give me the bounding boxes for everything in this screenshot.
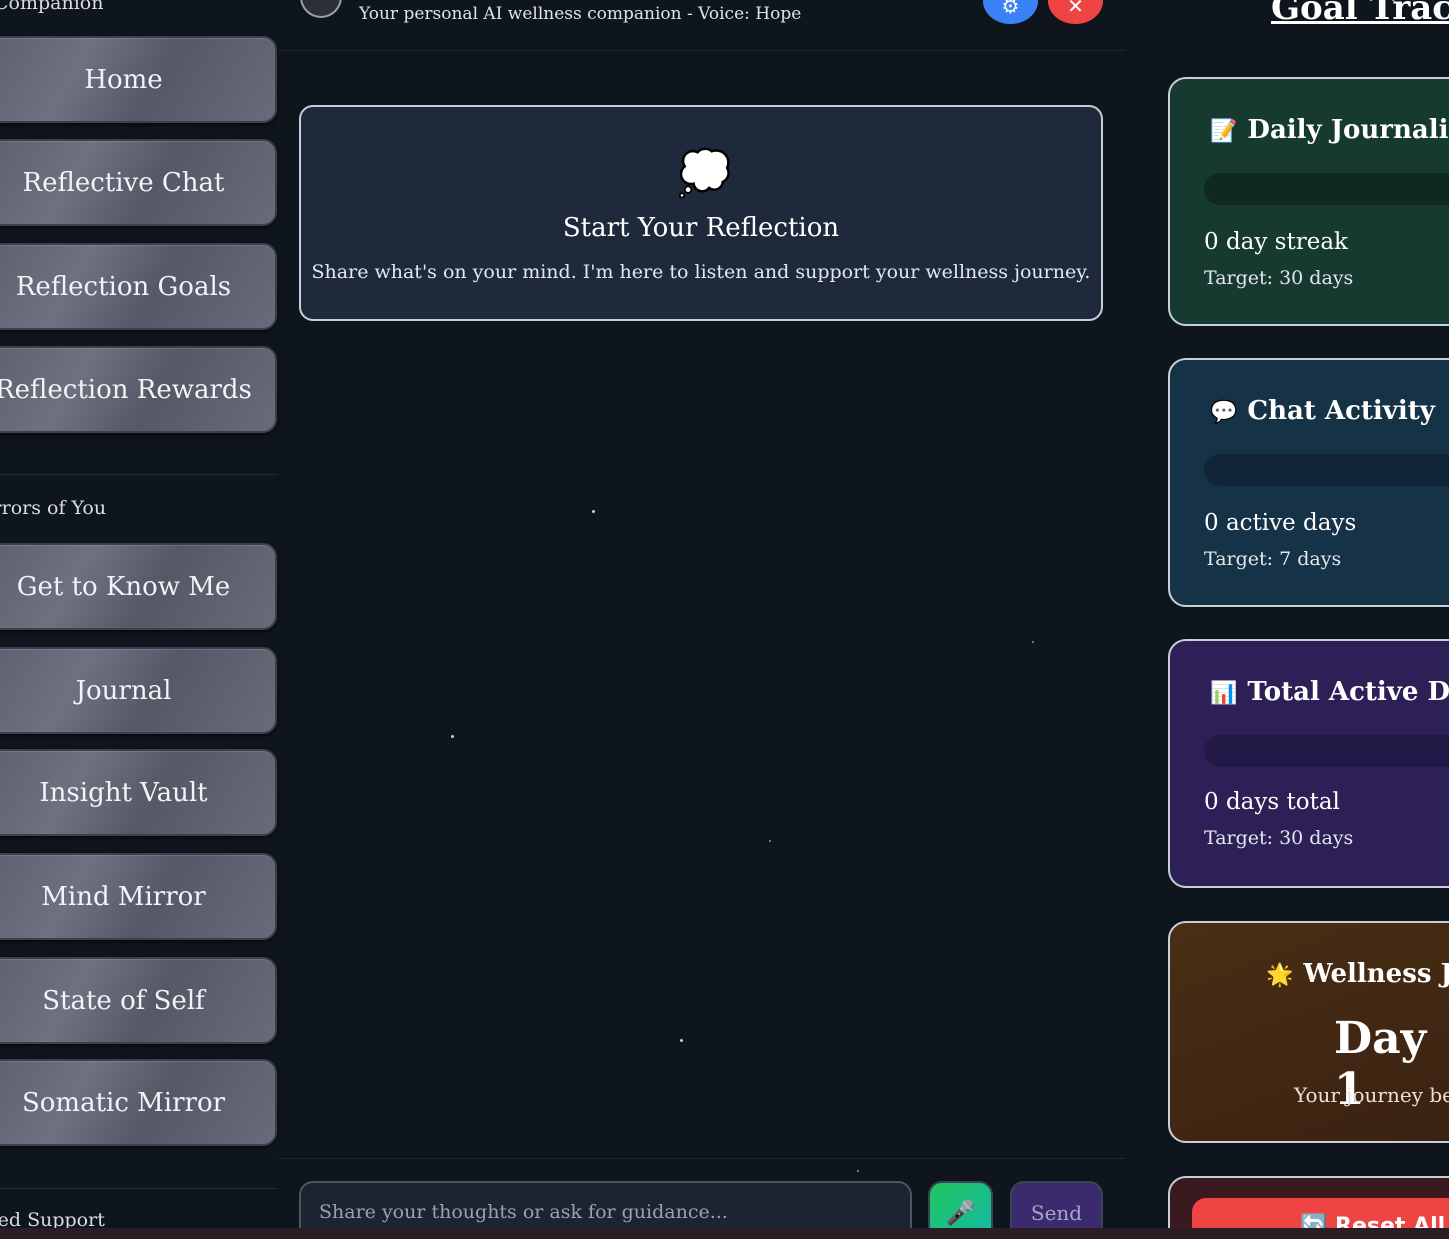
progress-bar [1204, 173, 1449, 205]
brain-icon [300, 0, 342, 18]
sidebar-item-label: Reflection Goals [15, 271, 232, 302]
goal-card-daily-journaling: 📝 Daily Journaling 0 day streak Target: 3… [1168, 77, 1449, 326]
sidebar-item-mind-mirror[interactable]: Mind Mirror [0, 853, 277, 940]
speech-bubble-icon: 💬 [1210, 400, 1238, 425]
sidebar-item-label: Somatic Mirror [21, 1087, 226, 1118]
wellness-text: Your journey begins today [1294, 1083, 1449, 1107]
bar-chart-icon: 📊 [1210, 681, 1238, 706]
sidebar-item-state-of-self[interactable]: State of Self [0, 957, 277, 1044]
sidebar-item-reflective-chat[interactable]: Reflective Chat [0, 139, 277, 226]
sidebar-item-label: Insight Vault [39, 777, 208, 808]
goal-card-title-text: Total Active Days [1247, 677, 1449, 707]
sidebar-divider [0, 1188, 278, 1189]
star [680, 1039, 683, 1042]
reflection-title: Start Your Reflection [562, 213, 840, 243]
sidebar-item-insight-vault[interactable]: Insight Vault [0, 749, 277, 836]
star-icon: 🌟 [1266, 963, 1294, 988]
star [769, 840, 771, 842]
sidebar-item-reflection-goals[interactable]: Reflection Goals [0, 243, 277, 330]
progress-bar [1204, 735, 1449, 767]
sidebar-item-get-to-know-me[interactable]: Get to Know Me [0, 543, 277, 630]
memo-icon: 📝 [1210, 119, 1238, 144]
goal-card-title: 💬 Chat Activity [1210, 396, 1435, 426]
close-icon: ✕ [1067, 0, 1084, 18]
settings-button[interactable]: ⚙ [983, 0, 1038, 24]
goal-card-title: 📊 Total Active Days [1210, 677, 1449, 707]
star [451, 735, 454, 738]
sidebar-item-label: Reflective Chat [22, 167, 225, 198]
wellness-journey-card: 🌟Wellness Journey Day 1 Your journey beg… [1168, 921, 1449, 1143]
sidebar: Companion Home Reflective Chat Reflectio… [0, 0, 278, 1239]
header-subtitle: Your personal AI wellness companion - Vo… [359, 4, 802, 24]
sidebar-item-label: State of Self [42, 985, 205, 1016]
goal-card-title-text: Daily Journaling [1247, 115, 1449, 145]
header-divider [278, 50, 1125, 51]
sidebar-item-label: Reflection Rewards [0, 374, 252, 405]
thought-bubble-icon: 💭 [677, 148, 732, 199]
goal-card-value: 0 active days [1204, 510, 1357, 536]
reflection-welcome-card: 💭 Start Your Reflection Share what's on … [299, 105, 1103, 321]
goal-card-chat-activity: 💬 Chat Activity 0 active days Target: 7 d… [1168, 358, 1449, 607]
goal-card-value: 0 days total [1204, 789, 1340, 815]
goal-card-total-active-days: 📊 Total Active Days 0 days total Target: … [1168, 639, 1449, 888]
wellness-title-text: Wellness Journey [1303, 959, 1449, 989]
sidebar-section-mirrors: Mirrors of You [0, 497, 107, 519]
star [1032, 641, 1034, 643]
goal-card-title-text: Chat Activity [1247, 396, 1435, 426]
sidebar-divider [0, 474, 278, 475]
star [857, 1170, 859, 1172]
goal-tracker-title: Goal Tracker [1271, 0, 1449, 28]
star [592, 510, 595, 513]
sidebar-section-companion: Companion [0, 0, 104, 14]
sidebar-item-label: Journal [75, 675, 172, 706]
gear-icon: ⚙ [1001, 0, 1020, 18]
goal-card-target: Target: 7 days [1204, 548, 1342, 570]
sidebar-item-label: Mind Mirror [41, 881, 206, 912]
reflection-text: Share what's on your mind. I'm here to l… [311, 261, 1091, 283]
composer-divider [278, 1158, 1125, 1159]
sidebar-item-home[interactable]: Home [0, 36, 277, 123]
goal-card-value: 0 day streak [1204, 229, 1348, 255]
sidebar-item-journal[interactable]: Journal [0, 647, 277, 734]
sidebar-item-somatic-mirror[interactable]: Somatic Mirror [0, 1059, 277, 1146]
sidebar-item-reflection-rewards[interactable]: Reflection Rewards [0, 346, 277, 433]
window-bottom-edge [0, 1228, 1449, 1239]
wellness-title: 🌟 Wellness Journey [1266, 959, 1449, 989]
sidebar-item-label: Home [84, 64, 163, 95]
progress-bar [1204, 454, 1449, 486]
close-button[interactable]: ✕ [1048, 0, 1103, 24]
goal-card-target: Target: 30 days [1204, 827, 1354, 849]
sidebar-item-label: Get to Know Me [16, 571, 231, 602]
goal-card-target: Target: 30 days [1204, 267, 1354, 289]
goal-card-title: 📝 Daily Journaling [1210, 115, 1449, 145]
